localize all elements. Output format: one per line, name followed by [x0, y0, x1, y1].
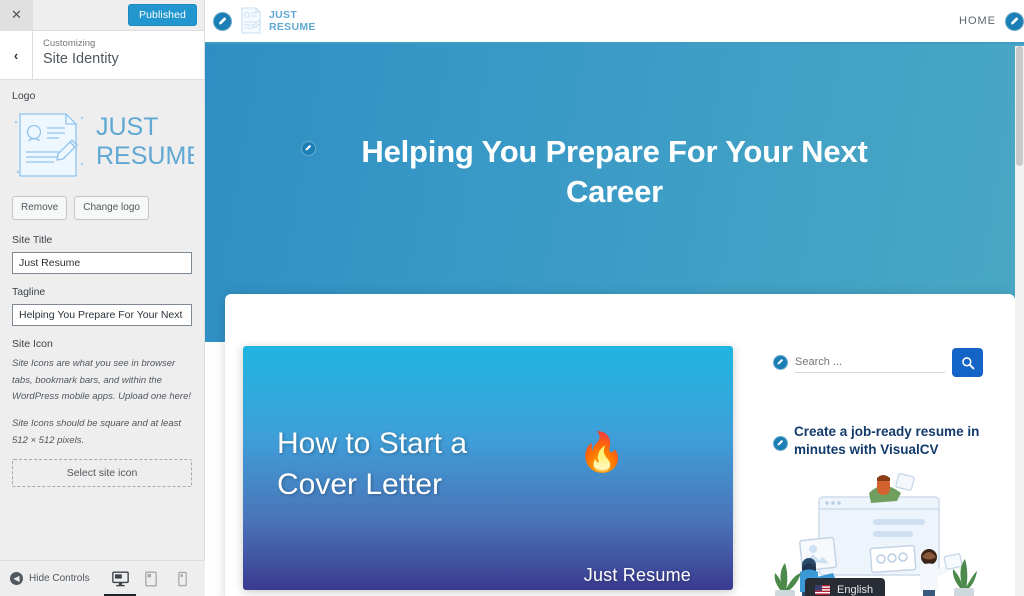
mobile-icon [177, 571, 187, 586]
pencil-icon [777, 440, 784, 447]
device-preview-switcher [104, 568, 197, 596]
edit-search-widget-shortcut[interactable] [773, 355, 788, 370]
site-preview: JUST RESUME HOME Helping You Prepare For… [205, 0, 1024, 596]
featured-image[interactable]: How to Start a Cover Letter 🔥 Just Resum… [243, 346, 733, 590]
close-icon: ✕ [11, 7, 22, 22]
preview-scrollbar[interactable] [1015, 46, 1024, 596]
chevron-left-icon: ‹ [13, 47, 19, 63]
page-title: Site Identity [43, 51, 119, 68]
logo-actions: Remove Change logo [12, 196, 192, 220]
brand-line-1: JUST [269, 8, 298, 21]
brand-logo-icon [241, 7, 262, 34]
search-input[interactable] [795, 352, 945, 373]
site-header-left: JUST RESUME [213, 6, 316, 36]
featured-title-line-1: How to Start a [277, 427, 468, 460]
pencil-icon [1011, 16, 1019, 25]
site-icon-description-2: Site Icons should be square and at least… [12, 417, 182, 446]
breadcrumb: Customizing [43, 38, 96, 49]
site-icon-description-1: Site Icons are what you see in browser t… [12, 358, 192, 403]
customizer-sidebar: ✕ Published ‹ Customizing Site Identity … [0, 0, 205, 596]
fire-emoji-glyph: 🔥 [578, 432, 626, 474]
publish-button[interactable]: Published [127, 3, 197, 27]
promo-heading: Create a job-ready resume in minutes wit… [794, 424, 980, 458]
logo-label: Logo [12, 90, 36, 102]
close-customizer-button[interactable]: ✕ [0, 0, 33, 30]
site-nav: HOME [959, 11, 1024, 31]
brand-line-2: RESUME [269, 21, 316, 33]
site-header: JUST RESUME HOME [205, 0, 1024, 44]
customizer-screen: ✕ Published ‹ Customizing Site Identity … [0, 0, 1024, 596]
tagline-input[interactable] [12, 304, 192, 326]
tagline-label: Tagline [12, 286, 46, 298]
language-selector[interactable]: English [805, 578, 886, 596]
pencil-icon [777, 359, 784, 366]
site-title-input[interactable] [12, 252, 192, 274]
hide-controls-label: Hide Controls [29, 573, 90, 584]
svg-text:RESUME: RESUME [96, 142, 194, 170]
scrollbar-thumb[interactable] [1016, 46, 1023, 166]
site-brand[interactable]: JUST RESUME [239, 6, 316, 36]
nav-item-home[interactable]: HOME [959, 15, 996, 27]
select-site-icon-button[interactable]: Select site icon [12, 459, 192, 488]
device-mobile-button[interactable] [173, 568, 191, 590]
customizer-controls: Logo JUST RESUME Remove Change logo Site… [0, 80, 204, 488]
device-desktop-button[interactable] [104, 568, 136, 596]
promo-illustration[interactable]: English [773, 471, 977, 596]
customizer-footer: ◀ Hide Controls [0, 560, 205, 596]
site-icon-label: Site Icon [12, 338, 53, 350]
pencil-icon [219, 16, 227, 25]
hide-controls-button[interactable]: ◀ Hide Controls [10, 572, 90, 585]
search-button[interactable] [952, 348, 983, 377]
site-title-label: Site Title [12, 234, 53, 246]
remove-logo-button[interactable]: Remove [12, 196, 68, 220]
customizer-topbar: ✕ Published [0, 0, 204, 31]
search-icon [961, 356, 974, 369]
section-header-text: Customizing Site Identity [33, 31, 119, 79]
tablet-icon [145, 570, 157, 587]
svg-text:JUST: JUST [96, 113, 159, 141]
brand-text: JUST RESUME [269, 9, 316, 33]
featured-title-line-2: Cover Letter [277, 467, 443, 501]
language-label: English [837, 584, 874, 596]
section-header: ‹ Customizing Site Identity [0, 31, 204, 80]
search-field-wrap [795, 352, 945, 373]
device-tablet-button[interactable] [142, 568, 160, 590]
us-flag-icon [815, 585, 830, 596]
people-building-website-illustration [773, 471, 977, 596]
collapse-icon: ◀ [10, 572, 23, 585]
site-logo-image: JUST RESUME [14, 113, 194, 177]
featured-footer-text: Just Resume [583, 565, 691, 585]
content-card: How to Start a Cover Letter 🔥 Just Resum… [225, 294, 1015, 596]
edit-promo-widget-shortcut[interactable] [773, 436, 788, 451]
promo-heading-wrap: Create a job-ready resume in minutes wit… [773, 423, 983, 459]
edit-menu-shortcut[interactable] [1005, 11, 1024, 31]
fire-log-emoji: 🔥 [578, 434, 625, 472]
hero-headline-wrap: Helping You Prepare For Your Next Career [300, 132, 915, 211]
logo-preview[interactable]: JUST RESUME [12, 108, 194, 184]
change-logo-button[interactable]: Change logo [74, 196, 149, 220]
featured-title: How to Start a Cover Letter [277, 424, 467, 505]
post-area: How to Start a Cover Letter 🔥 Just Resum… [225, 294, 765, 596]
edit-tagline-shortcut[interactable] [300, 141, 316, 156]
sidebar-widgets: Create a job-ready resume in minutes wit… [765, 294, 997, 596]
desktop-icon [111, 571, 129, 586]
edit-logo-shortcut[interactable] [213, 11, 232, 31]
search-widget [773, 348, 983, 377]
hero-headline: Helping You Prepare For Your Next Career [361, 134, 868, 209]
back-button[interactable]: ‹ [0, 31, 33, 79]
pencil-icon [305, 145, 312, 152]
